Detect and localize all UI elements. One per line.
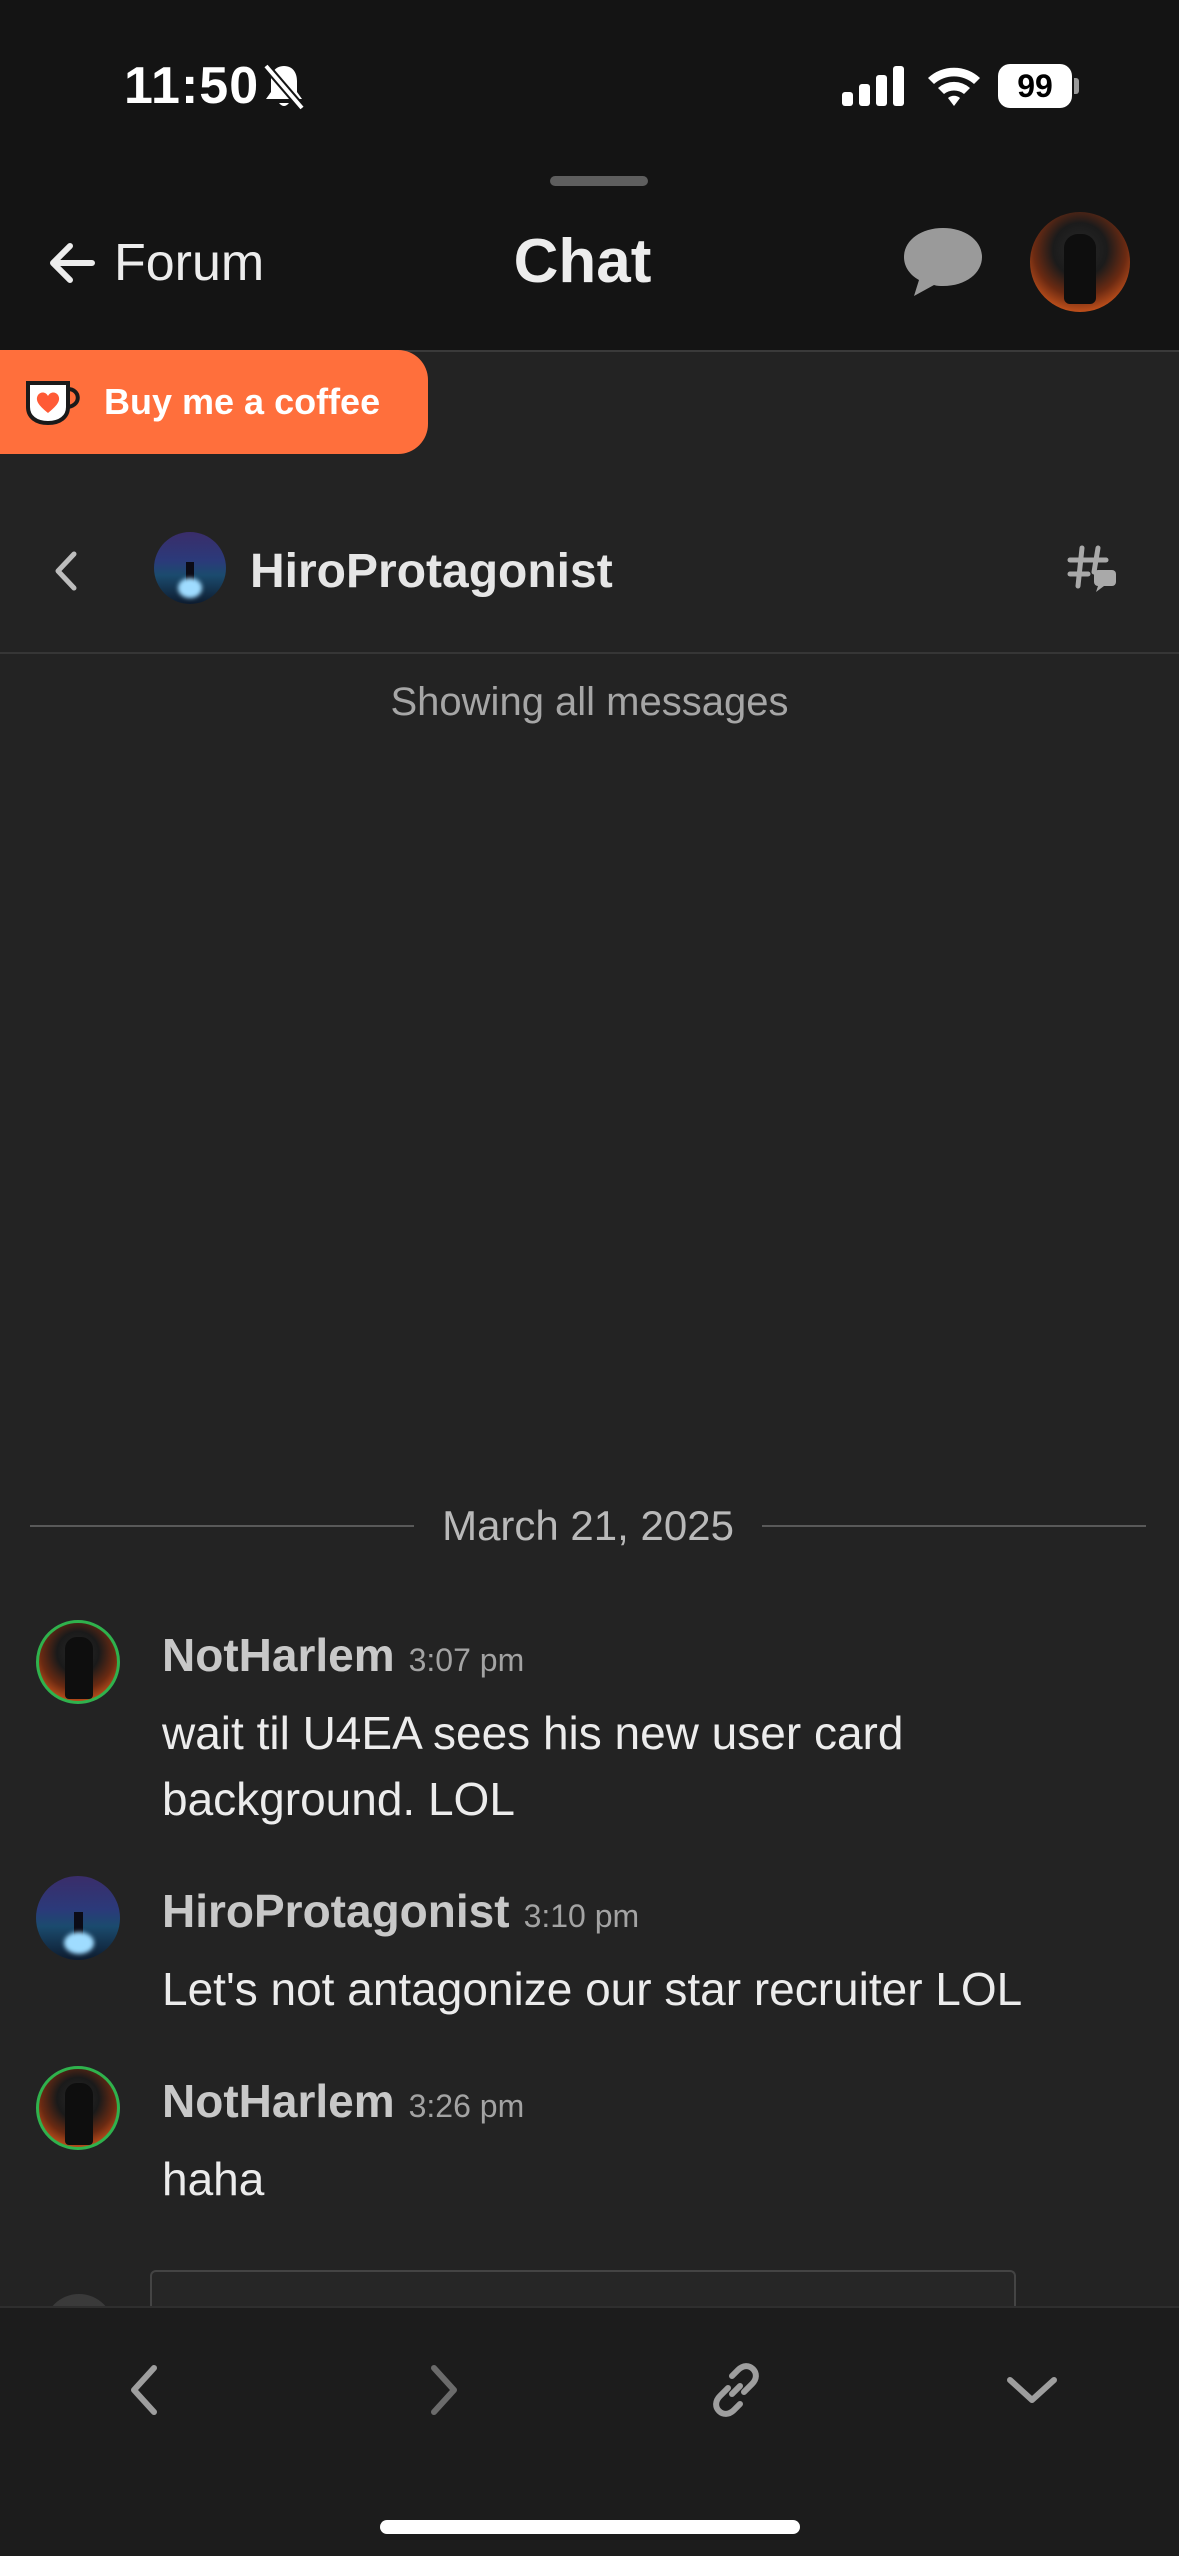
message-author[interactable]: HiroProtagonist [162, 1884, 510, 1938]
message-time: 3:07 pm [408, 1642, 525, 1678]
chat-bubble-icon[interactable] [898, 222, 988, 302]
message-author[interactable]: NotHarlem [162, 1628, 395, 1682]
user-avatar[interactable] [1030, 212, 1130, 312]
message-text: wait til U4EA sees his new user card bac… [162, 1707, 904, 1825]
message-time: 3:10 pm [523, 1898, 640, 1934]
coffee-cup-icon [26, 381, 80, 426]
message-time: 3:26 pm [408, 2088, 525, 2124]
coffee-label: Buy me a coffee [104, 381, 381, 422]
chevron-left-icon[interactable] [48, 546, 84, 596]
collapse-button[interactable] [992, 2350, 1072, 2430]
page-title: Chat [513, 227, 652, 296]
battery-icon: 99 [998, 64, 1079, 108]
chevron-right-icon [431, 2365, 457, 2415]
buy-me-a-coffee-button[interactable]: Buy me a coffee [0, 350, 428, 454]
message-text: haha [162, 2153, 265, 2205]
wifi-icon [928, 67, 980, 106]
message-avatar[interactable] [36, 2066, 120, 2150]
home-indicator[interactable] [380, 2520, 800, 2534]
forward-button[interactable] [404, 2350, 484, 2430]
battery-level: 99 [998, 64, 1072, 108]
sheet-drag-handle[interactable] [550, 176, 648, 186]
channel-avatar [154, 532, 226, 604]
channel-bar: HiroProtagonist [0, 454, 1179, 654]
date-label: March 21, 2025 [442, 1502, 734, 1549]
date-divider: March 21, 2025 [30, 1496, 1147, 1556]
showing-all-messages-text: Showing all messages [390, 680, 789, 724]
chevron-down-icon [1007, 2377, 1057, 2403]
back-button[interactable] [104, 2350, 184, 2430]
message-author[interactable]: NotHarlem [162, 2074, 395, 2128]
app-header: Forum Chat [0, 140, 1179, 352]
message-avatar[interactable] [36, 1876, 120, 1960]
message-composer[interactable] [150, 2270, 1016, 2310]
status-time: 11:50 [124, 57, 260, 115]
link-icon [713, 2363, 759, 2417]
chevron-left-icon [131, 2365, 157, 2415]
channel-name[interactable]: HiroProtagonist [250, 544, 613, 599]
bell-slash-icon [262, 63, 306, 111]
share-link-button[interactable] [696, 2350, 776, 2430]
bottom-toolbar [0, 2306, 1179, 2556]
signal-icon [842, 66, 904, 106]
message-avatar[interactable] [36, 1620, 120, 1704]
thread-icon[interactable] [1066, 542, 1120, 596]
status-bar: 11:50 99 [0, 0, 1179, 140]
message-text: Let's not antagonize our star recruiter … [162, 1963, 1023, 2015]
